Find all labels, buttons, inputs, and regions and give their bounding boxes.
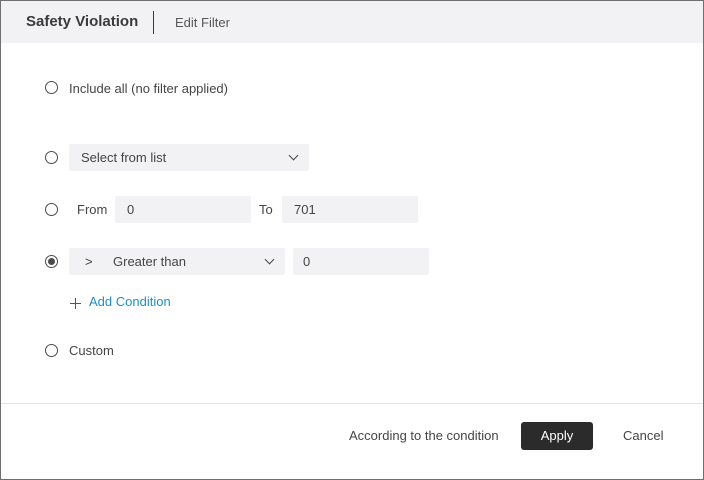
condition-value-input[interactable]: 0 <box>293 248 429 275</box>
operator-dropdown[interactable]: > Greater than <box>69 248 285 275</box>
dialog-subtitle: Edit Filter <box>175 15 230 30</box>
footer-divider <box>1 403 703 404</box>
chevron-down-icon <box>264 254 275 265</box>
edit-filter-dialog: Safety Violation Edit Filter Include all… <box>0 0 704 480</box>
dialog-header: Safety Violation Edit Filter <box>1 1 703 43</box>
radio-include-all[interactable] <box>45 81 58 94</box>
operator-symbol: > <box>85 254 93 269</box>
custom-label: Custom <box>69 343 114 358</box>
select-from-list-value: Select from list <box>81 150 167 165</box>
header-divider <box>153 11 154 34</box>
filter-summary: According to the condition <box>349 428 499 443</box>
radio-custom[interactable] <box>45 344 58 357</box>
operator-label: Greater than <box>113 254 186 269</box>
to-label: To <box>259 202 273 217</box>
plus-icon[interactable] <box>70 298 81 309</box>
chevron-down-icon <box>288 150 299 161</box>
radio-condition[interactable] <box>45 255 58 268</box>
select-from-list-dropdown[interactable]: Select from list <box>69 144 309 171</box>
apply-button[interactable]: Apply <box>521 422 593 450</box>
radio-range[interactable] <box>45 203 58 216</box>
from-input[interactable]: 0 <box>115 196 251 223</box>
from-label: From <box>77 202 108 217</box>
include-all-label: Include all (no filter applied) <box>69 81 228 96</box>
to-input[interactable]: 701 <box>282 196 418 223</box>
dialog-title: Safety Violation <box>26 13 139 30</box>
cancel-button[interactable]: Cancel <box>623 428 663 443</box>
radio-select-list[interactable] <box>45 151 58 164</box>
add-condition-link[interactable]: Add Condition <box>89 294 171 309</box>
